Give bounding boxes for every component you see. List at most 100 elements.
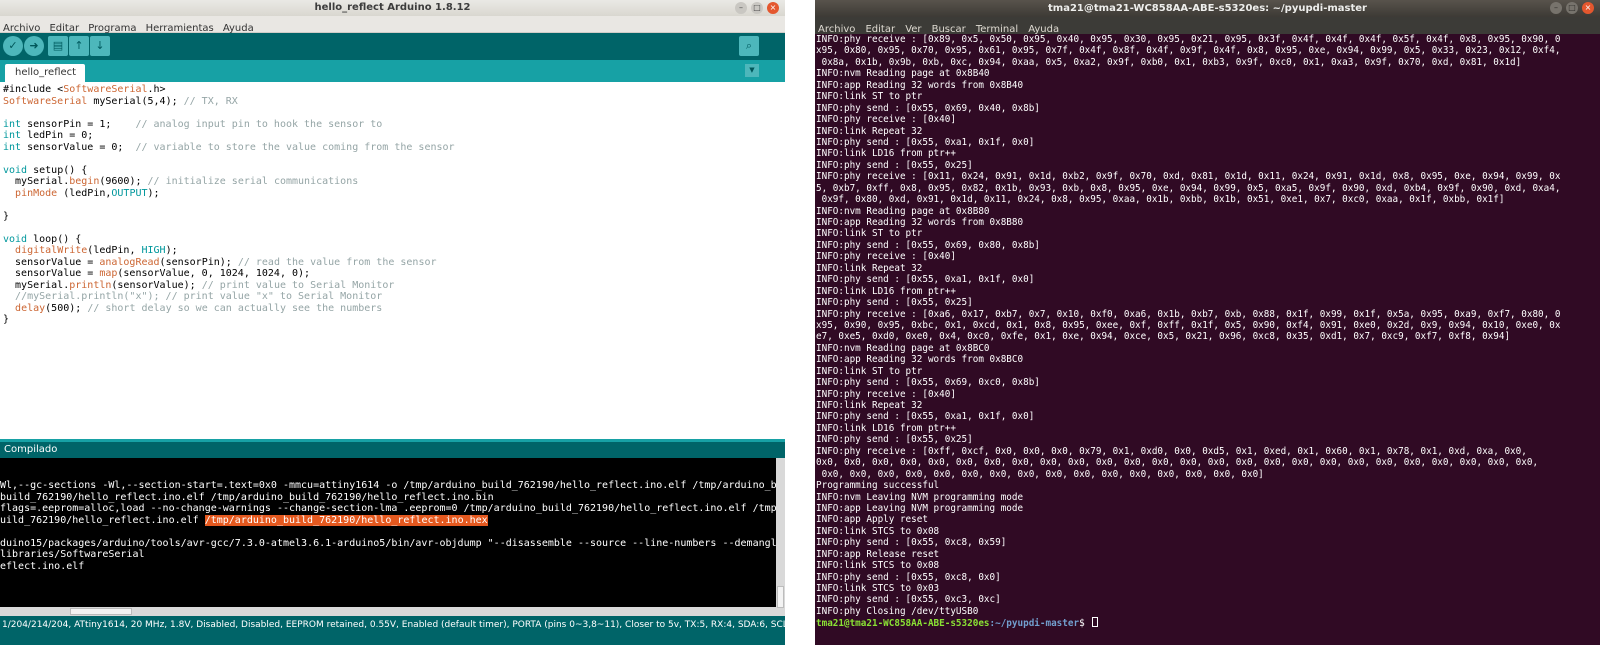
terminal-output[interactable]: INFO:phy receive : [0x89, 0x5, 0x50, 0x9… — [815, 34, 1600, 645]
terminal-line: INFO:phy receive : [0x11, 0x24, 0x91, 0x… — [816, 171, 1561, 183]
menu-archivo[interactable]: Archivo — [0, 20, 40, 34]
minimize-icon[interactable]: – — [735, 2, 747, 14]
code-line: } — [3, 210, 10, 222]
terminal-lines: INFO:phy receive : [0x89, 0x5, 0x50, 0x9… — [816, 34, 1600, 617]
code-line: int sensorValue = 0; // variable to stor… — [3, 141, 455, 153]
terminal-prompt[interactable]: tma21@tma21-WC858AA-ABE-s5320es:~/pyupdi… — [816, 617, 1600, 629]
terminal-line: INFO:link STCS to 0x08 — [816, 560, 940, 572]
save-icon[interactable]: ↓ — [90, 36, 110, 56]
menu-ver[interactable]: Ver — [902, 21, 921, 35]
terminal-line: INFO:link Repeat 32 — [816, 400, 923, 411]
cursor-icon — [1092, 617, 1099, 628]
code-line: digitalWrite(ledPin, HIGH); — [15, 245, 178, 256]
console-lines: Wl,--gc-sections -Wl,--section-start=.te… — [0, 480, 785, 572]
close-icon[interactable]: × — [767, 2, 779, 14]
terminal-line: INFO:app Reading 32 words from 0x8B40 — [816, 79, 1024, 91]
console-text: eflect.ino.elf — [0, 560, 85, 572]
console-text: flags=.eeprom=alloc,load --no-change-war… — [0, 503, 785, 514]
console-text: uild_762190/hello_reflect.ino.elf — [0, 514, 205, 526]
console-text: duino15/packages/arduino/tools/avr-gcc/7… — [0, 537, 785, 549]
menu-bar: Archivo Editar Programa Herramientas Ayu… — [0, 16, 785, 34]
terminal-line: INFO:nvm Reading page at 0x8B40 — [816, 68, 990, 80]
terminal-window-controls: – □ × — [1550, 2, 1594, 14]
terminal-line: 0x9f, 0x80, 0xd, 0x91, 0x1d, 0x11, 0x24,… — [816, 194, 1505, 206]
terminal-line: Programming successful — [816, 480, 940, 492]
terminal-line: INFO:phy Closing /dev/ttyUSB0 — [816, 605, 979, 617]
code-line: sensorValue = map(sensorValue, 0, 1024, … — [3, 268, 311, 279]
console-horizontal-scrollbar[interactable] — [0, 607, 776, 616]
console-output[interactable]: Wl,--gc-sections -Wl,--section-start=.te… — [0, 458, 785, 616]
terminal-line: INFO:phy receive : [0x40] — [816, 388, 956, 400]
menu-editar[interactable]: Editar — [46, 20, 79, 34]
maximize-icon[interactable]: □ — [751, 2, 763, 14]
verify-icon[interactable]: ✓ — [3, 36, 23, 56]
upload-icon[interactable]: ➜ — [24, 36, 44, 56]
minimize-icon[interactable]: – — [1550, 2, 1562, 14]
terminal-title: tma21@tma21-WC858AA-ABE-s5320es: ~/pyupd… — [1048, 3, 1367, 14]
tab-menu-chevron-down-icon[interactable]: ▼ — [745, 64, 759, 77]
terminal-line: x95, 0x80, 0x95, 0x70, 0x95, 0x61, 0x95,… — [816, 45, 1561, 57]
terminal-line: INFO:app Apply reset — [816, 514, 928, 526]
console-line: libraries/SoftwareSerial — [0, 549, 785, 561]
arduino-window: hello_reflect Arduino 1.8.12 – □ × Archi… — [0, 0, 785, 645]
terminal-line: INFO:phy send : [0x55, 0xa1, 0x1f, 0x0] — [816, 136, 1035, 148]
terminal-line: INFO:app Release reset — [816, 548, 940, 560]
menu-programa[interactable]: Programa — [85, 20, 136, 34]
terminal-line: INFO:phy receive : [0xa6, 0x17, 0xb7, 0x… — [816, 308, 1561, 320]
console-line: flags=.eeprom=alloc,load --no-change-war… — [0, 503, 785, 515]
status-bar: Compilado — [0, 442, 785, 458]
arduino-titlebar[interactable]: hello_reflect Arduino 1.8.12 – □ × — [0, 0, 785, 16]
menu-herramientas[interactable]: Herramientas — [143, 20, 214, 34]
close-icon[interactable]: × — [1582, 2, 1594, 14]
terminal-line: INFO:app Leaving NVM programming mode — [816, 502, 1024, 514]
code-line: mySerial.begin(9600); // initialize seri… — [3, 176, 359, 187]
terminal-line: INFO:phy receive : [0x40] — [816, 251, 956, 263]
terminal-line: INFO:phy send : [0x55, 0xc8, 0x0] — [816, 571, 1001, 583]
terminal-line: INFO:nvm Leaving NVM programming mode — [816, 491, 1024, 503]
hex-path-highlight: /tmp/arduino_build_762190/hello_reflect.… — [204, 514, 488, 526]
code-line: delay(500); // short delay so we can act… — [15, 302, 383, 314]
menu-archivo[interactable]: Archivo — [815, 21, 855, 35]
terminal-line: INFO:phy send : [0x55, 0x69, 0x80, 0x8b] — [816, 239, 1040, 251]
serial-monitor-icon[interactable]: ⌕ — [739, 36, 759, 56]
console-vertical-scrollbar[interactable] — [776, 458, 785, 616]
code-editor[interactable]: #include <SoftwareSerial.h> SoftwareSeria… — [0, 82, 785, 439]
terminal-menu-bar: Archivo Editar Ver Buscar Terminal Ayuda — [815, 17, 1600, 35]
console-line: uild_762190/hello_reflect.ino.elf /tmp/a… — [0, 514, 785, 527]
terminal-line: INFO:phy send : [0x55, 0x25] — [816, 297, 973, 309]
terminal-line: INFO:app Reading 32 words from 0x8BC0 — [816, 354, 1024, 366]
board-info-footer: 1/204/214/204, ATtiny1614, 20 MHz, 1.8V,… — [0, 616, 785, 645]
terminal-line: INFO:link ST to ptr — [816, 228, 923, 240]
terminal-line: INFO:nvm Reading page at 0x8BC0 — [816, 342, 990, 354]
terminal-line: INFO:link STCS to 0x03 — [816, 583, 940, 594]
code-line: void setup() { — [3, 164, 88, 176]
maximize-icon[interactable]: □ — [1566, 2, 1578, 14]
terminal-line: INFO:phy send : [0x55, 0xc3, 0xc] — [816, 594, 1001, 606]
scrollbar-thumb[interactable] — [70, 608, 132, 615]
terminal-line: INFO:link Repeat 32 — [816, 125, 923, 137]
terminal-line: INFO:phy send : [0x55, 0xa1, 0x1f, 0x0] — [816, 274, 1035, 286]
terminal-line: INFO:phy send : [0x55, 0x69, 0xc0, 0x8b] — [816, 377, 1040, 389]
menu-buscar[interactable]: Buscar — [929, 21, 966, 35]
terminal-line: INFO:link LD16 from ptr++ — [816, 285, 956, 297]
tab-hello-reflect[interactable]: hello_reflect — [5, 64, 85, 82]
scrollbar-thumb[interactable] — [777, 586, 784, 608]
console-line: eflect.ino.elf — [0, 561, 785, 573]
menu-ayuda[interactable]: Ayuda — [1025, 21, 1059, 35]
code-line: mySerial.println(sensorValue); // print … — [3, 279, 395, 291]
terminal-line: e7, 0xe5, 0xd0, 0xe0, 0x4, 0xc0, 0xfe, 0… — [816, 331, 1511, 343]
menu-ayuda[interactable]: Ayuda — [220, 20, 254, 34]
terminal-line: INFO:link Repeat 32 — [816, 262, 923, 274]
terminal-titlebar[interactable]: tma21@tma21-WC858AA-ABE-s5320es: ~/pyupd… — [815, 0, 1600, 17]
terminal-line: INFO:phy send : [0x55, 0x25] — [816, 434, 973, 446]
menu-terminal[interactable]: Terminal — [973, 21, 1018, 35]
open-icon[interactable]: ↑ — [69, 36, 89, 56]
terminal-line: x95, 0x90, 0x95, 0xbc, 0x1, 0xcd, 0x1, 0… — [816, 319, 1561, 331]
terminal-line: INFO:phy receive : [0xff, 0xcf, 0x0, 0x0… — [816, 445, 1527, 457]
terminal-line: INFO:phy receive : [0x89, 0x5, 0x50, 0x9… — [816, 34, 1561, 45]
toolbar: ✓ ➜ ▤ ↑ ↓ ⌕ — [0, 33, 785, 60]
terminal-line: 5, 0xb7, 0xff, 0x8, 0x95, 0x82, 0x1b, 0x… — [816, 182, 1561, 194]
new-file-icon[interactable]: ▤ — [48, 36, 68, 56]
menu-editar[interactable]: Editar — [862, 21, 895, 35]
